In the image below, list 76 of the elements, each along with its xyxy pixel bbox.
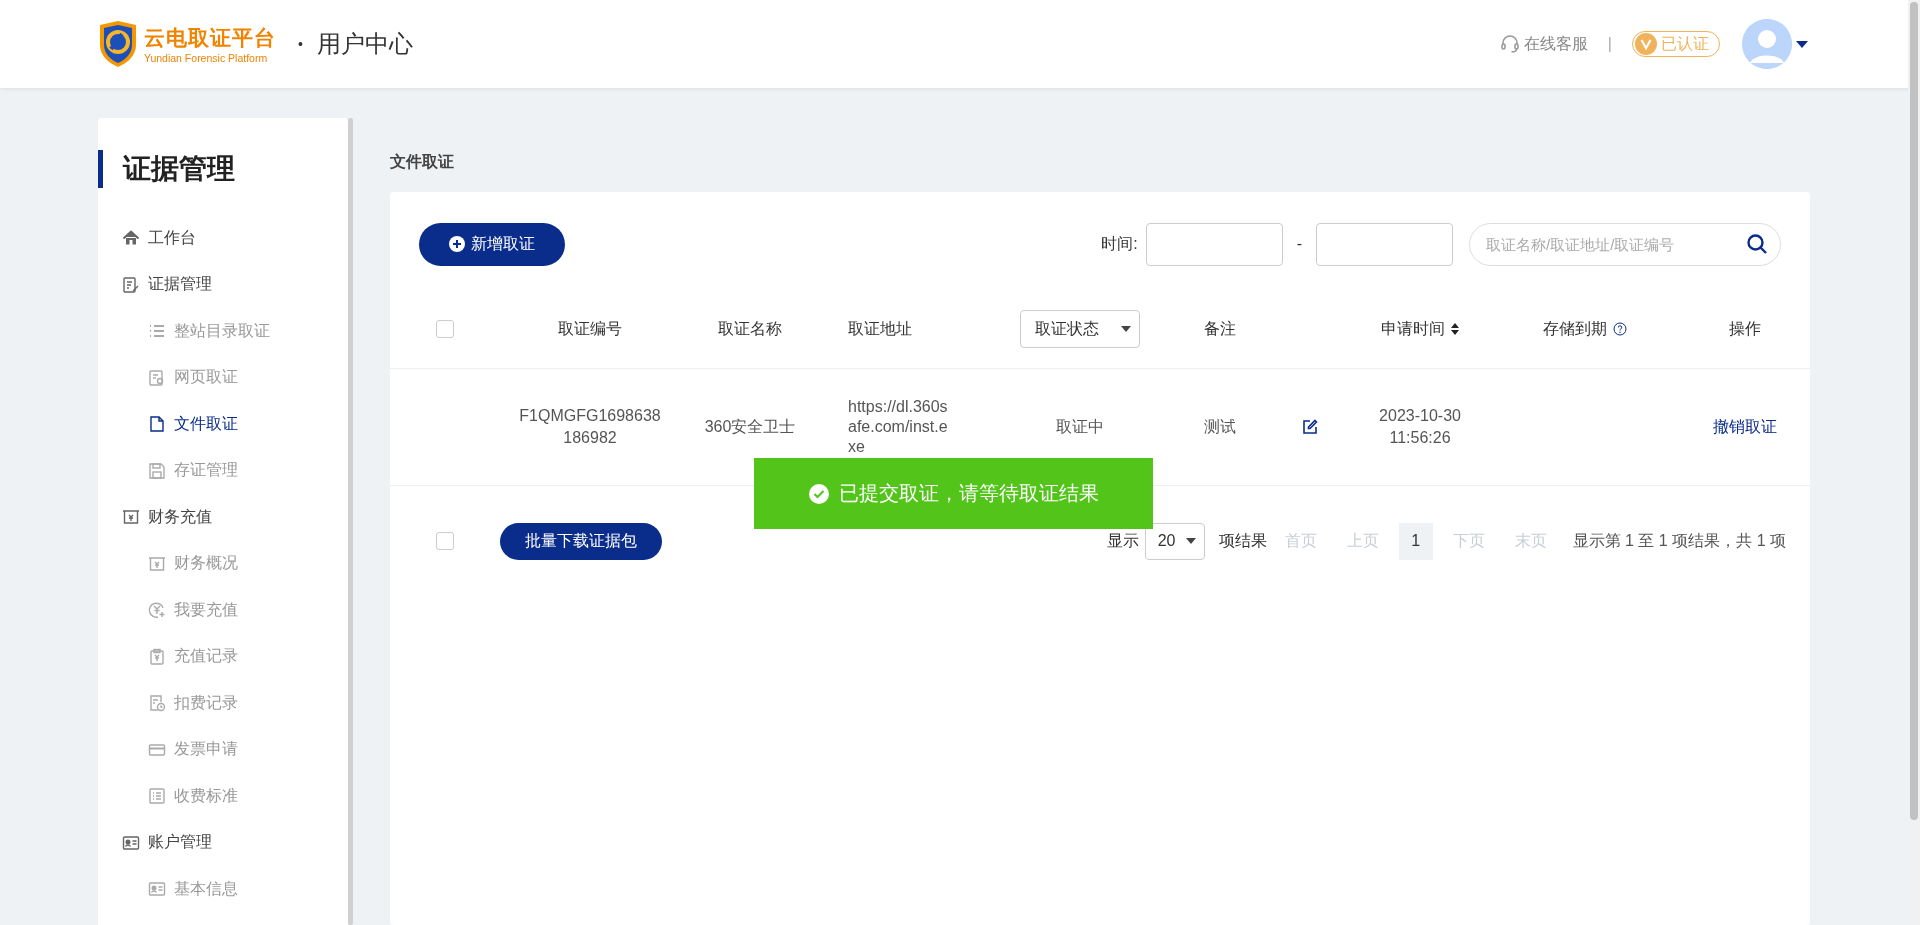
id-card-icon xyxy=(148,880,166,899)
table-cell-text: 取证中 xyxy=(1056,416,1104,437)
column-header: 取证编号 xyxy=(558,318,622,339)
home-icon xyxy=(122,229,140,248)
v-icon xyxy=(1635,33,1657,55)
page-button[interactable]: 1 xyxy=(1398,522,1433,560)
sidebar-item[interactable]: 工作台 xyxy=(98,215,348,262)
edit-icon[interactable] xyxy=(1302,419,1318,435)
status-filter-dropdown[interactable]: 取证状态 xyxy=(1020,310,1140,348)
money-box-icon xyxy=(148,554,166,573)
yen-plus-icon xyxy=(148,601,166,620)
shield-logo-icon xyxy=(98,21,138,67)
page-size-dropdown[interactable]: 20 xyxy=(1144,522,1205,560)
date-separator: - xyxy=(1296,235,1302,253)
id-card-icon xyxy=(122,833,140,852)
new-evidence-button[interactable]: 新增取证 xyxy=(419,222,565,266)
table-cell: https://dl.360safe.com/inst.exe xyxy=(848,398,948,455)
table-cell-text: F1QMGFG1698638186982 xyxy=(518,406,662,448)
column-header[interactable]: 申请时间 xyxy=(1381,318,1445,340)
caret-icon xyxy=(1185,538,1196,544)
headset-icon[interactable] xyxy=(1499,34,1520,54)
sidebar-item[interactable]: 财务充值 xyxy=(98,494,348,541)
show-label: 显示 xyxy=(1106,530,1139,551)
sidebar-item[interactable]: 扣费记录 xyxy=(98,680,348,727)
cancel-link[interactable]: 撤销取证 xyxy=(1713,416,1777,438)
sidebar-item[interactable]: 存证管理 xyxy=(98,447,348,494)
section-title: 用户中心 xyxy=(316,29,413,59)
clipboard-icon xyxy=(148,647,166,666)
money-box-icon xyxy=(122,508,140,527)
time-label: 时间: xyxy=(1101,233,1138,254)
sidebar-item[interactable]: 我要充值 xyxy=(98,587,348,634)
column-header: 操作 xyxy=(1729,318,1761,339)
batch-download-button[interactable]: 批量下载证据包 xyxy=(500,522,662,560)
sidebar-item[interactable]: 账户管理 xyxy=(98,819,348,866)
separator-dot: • xyxy=(298,36,303,52)
page-title: 文件取证 xyxy=(390,152,455,172)
search-icon[interactable] xyxy=(1746,233,1768,255)
table-cell-text: 测试 xyxy=(1204,416,1236,437)
save-icon xyxy=(148,461,166,480)
web-page-icon xyxy=(148,368,166,387)
support-link[interactable]: 在线客服 xyxy=(1523,33,1588,55)
select-all-checkbox[interactable] xyxy=(436,532,454,550)
column-header: 取证名称 xyxy=(718,318,782,339)
results-summary: 显示第 1 至 1 项结果，共 1 项 xyxy=(1572,530,1786,551)
document-edit-icon xyxy=(122,275,140,294)
start-date-field[interactable] xyxy=(1145,222,1283,266)
divider-text: | xyxy=(1607,35,1612,53)
sort-icon[interactable] xyxy=(1451,323,1459,335)
document-clock-icon xyxy=(148,694,166,713)
logo-title: 云电取证平台 xyxy=(144,25,276,51)
select-all-checkbox[interactable] xyxy=(436,320,454,338)
logo-subtitle: Yundian Forensic Platform xyxy=(144,52,269,64)
sidebar-item[interactable]: 基本信息 xyxy=(98,866,348,913)
help-icon[interactable] xyxy=(1613,322,1627,336)
sidebar-item[interactable]: 收费标准 xyxy=(98,773,348,820)
plus-circle-icon xyxy=(449,236,465,252)
sidebar-item[interactable]: 整站目录取证 xyxy=(98,308,348,355)
column-header: 存储到期 xyxy=(1543,318,1607,339)
column-header: 取证地址 xyxy=(848,318,912,339)
sidebar-item[interactable]: 充值记录 xyxy=(98,633,348,680)
table-cell-text: 2023-10-30 11:56:26 xyxy=(1378,406,1462,448)
sidebar-item[interactable]: 发票申请 xyxy=(98,726,348,773)
column-header: 备注 xyxy=(1204,318,1236,339)
caret-icon[interactable] xyxy=(1796,40,1808,48)
sidebar-item[interactable]: 网页取证 xyxy=(98,354,348,401)
end-date-field[interactable] xyxy=(1316,222,1453,266)
file-icon xyxy=(148,415,166,434)
success-toast: 已提交取证，请等待取证结果 xyxy=(754,458,1153,529)
check-circle-icon xyxy=(808,483,829,504)
sidebar-item[interactable]: 证据管理 xyxy=(98,261,348,308)
caret-icon xyxy=(1121,326,1131,332)
sidebar-item[interactable]: 财务概况 xyxy=(98,540,348,587)
items-label: 项结果 xyxy=(1218,530,1267,551)
list-box-icon xyxy=(148,787,166,806)
table-cell-text: 360安全卫士 xyxy=(704,416,796,437)
sidebar-item[interactable]: 文件取证 xyxy=(98,401,348,448)
